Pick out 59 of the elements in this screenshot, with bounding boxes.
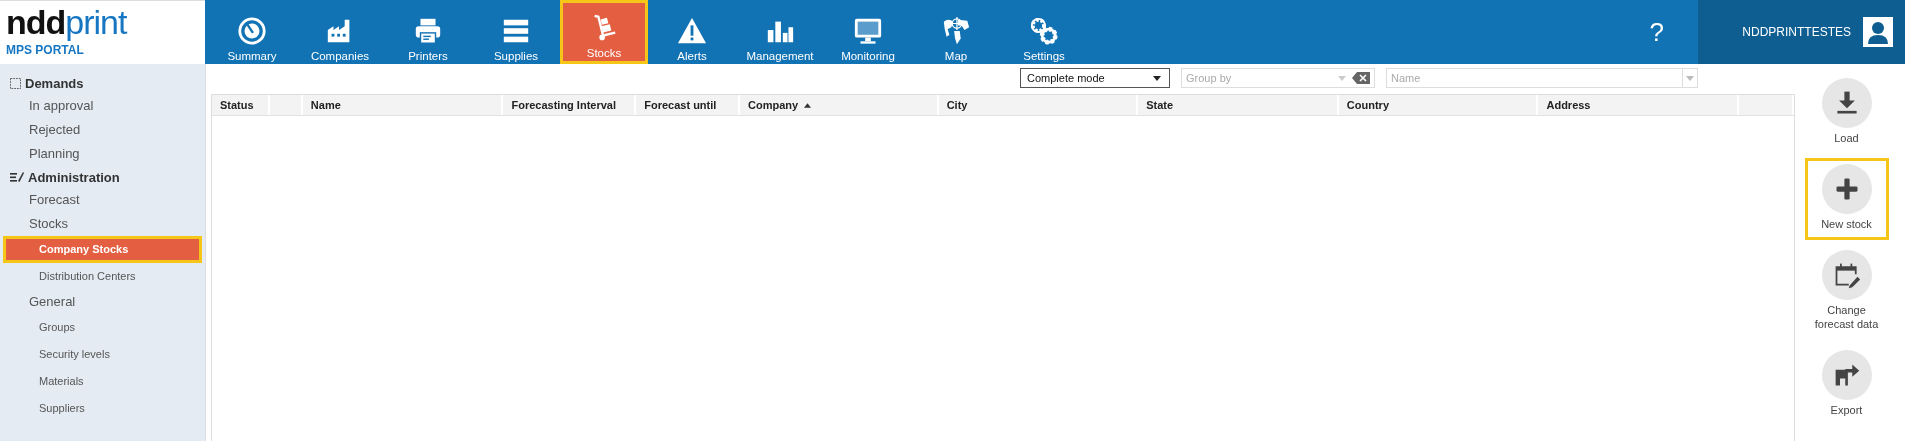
nav-tab[interactable]: Management	[736, 0, 824, 64]
column-header[interactable]: Status	[212, 95, 270, 115]
column-header[interactable]: Company	[740, 95, 939, 115]
sidebar-item[interactable]: Planning	[0, 142, 205, 166]
sidebar-item[interactable]: Security levels	[0, 341, 202, 368]
sidebar-item[interactable]: Rejected	[0, 118, 205, 142]
user-name[interactable]: NDDPRINTTESTES	[1742, 25, 1851, 39]
name-filter-field[interactable]: Name	[1387, 72, 1682, 84]
nav-tab[interactable]: Stocks	[560, 0, 648, 64]
sidebar-item[interactable]: Company Stocks	[3, 236, 202, 263]
nav-tab[interactable]: Supplies	[472, 0, 560, 64]
edit-list-icon	[10, 171, 24, 183]
monitor-icon	[853, 16, 883, 46]
action-button[interactable]: Change forecast data	[1804, 244, 1889, 340]
nav-tab[interactable]: Alerts	[648, 0, 736, 64]
caret-icon	[1686, 75, 1694, 81]
logo: nddprint	[6, 5, 129, 39]
column-header[interactable]: Address	[1538, 95, 1740, 115]
sidebar-item[interactable]: Materials	[0, 368, 202, 395]
sidebar-item[interactable]: Forecast	[0, 188, 205, 212]
avatar-icon[interactable]	[1863, 17, 1893, 47]
nav-tab[interactable]: Settings	[1000, 0, 1088, 64]
name-filter-dropdown[interactable]: Name	[1386, 68, 1698, 88]
column-header[interactable]: Name	[302, 95, 504, 115]
gauge-icon	[237, 16, 267, 46]
column-header[interactable]: City	[938, 95, 1139, 115]
caret-icon	[1153, 75, 1161, 81]
portal-title: MPS PORTAL	[6, 43, 85, 57]
nav-tab[interactable]: Monitoring	[824, 0, 912, 64]
sidebar-heading[interactable]: Administration	[28, 169, 120, 185]
column-header[interactable]: State	[1138, 95, 1339, 115]
caret-icon	[1338, 75, 1346, 81]
group-by-field[interactable]: Group by	[1182, 72, 1332, 84]
nav-tab[interactable]: Map	[912, 0, 1000, 64]
nav-tab[interactable]: Printers	[384, 0, 472, 64]
world-map-icon	[941, 16, 971, 46]
column-header[interactable]: Forecasting Interval	[503, 95, 637, 115]
nav-tab[interactable]: Summary	[208, 0, 296, 64]
sidebar-heading[interactable]: Demands	[25, 75, 84, 91]
mode-dropdown[interactable]: Complete mode	[1020, 68, 1170, 88]
group-by-dropdown[interactable]: Group by	[1181, 68, 1375, 88]
printer-icon	[413, 16, 443, 46]
column-header[interactable]: Country	[1338, 95, 1539, 115]
sidebar-item[interactable]: In approval	[0, 94, 205, 118]
sidebar-item[interactable]: Groups	[0, 314, 202, 341]
sidebar-item[interactable]: Suppliers	[0, 395, 202, 422]
sidebar-item[interactable]: Distribution Centers	[0, 263, 202, 290]
action-button[interactable]: Export	[1804, 344, 1889, 426]
sidebar-item[interactable]: General	[0, 290, 205, 314]
action-button[interactable]: New stock	[1804, 158, 1889, 240]
settings-icon	[1029, 16, 1059, 46]
checkbox-icon	[10, 77, 21, 89]
clear-icon[interactable]	[1352, 72, 1370, 84]
action-button[interactable]: Load	[1804, 72, 1889, 154]
sidebar-item[interactable]: Stocks	[0, 212, 205, 236]
nav-tab[interactable]: Companies	[296, 0, 384, 64]
column-header[interactable]: Forecast until	[636, 95, 741, 115]
warning-icon	[677, 16, 707, 46]
help-icon[interactable]: ?	[1649, 16, 1664, 48]
